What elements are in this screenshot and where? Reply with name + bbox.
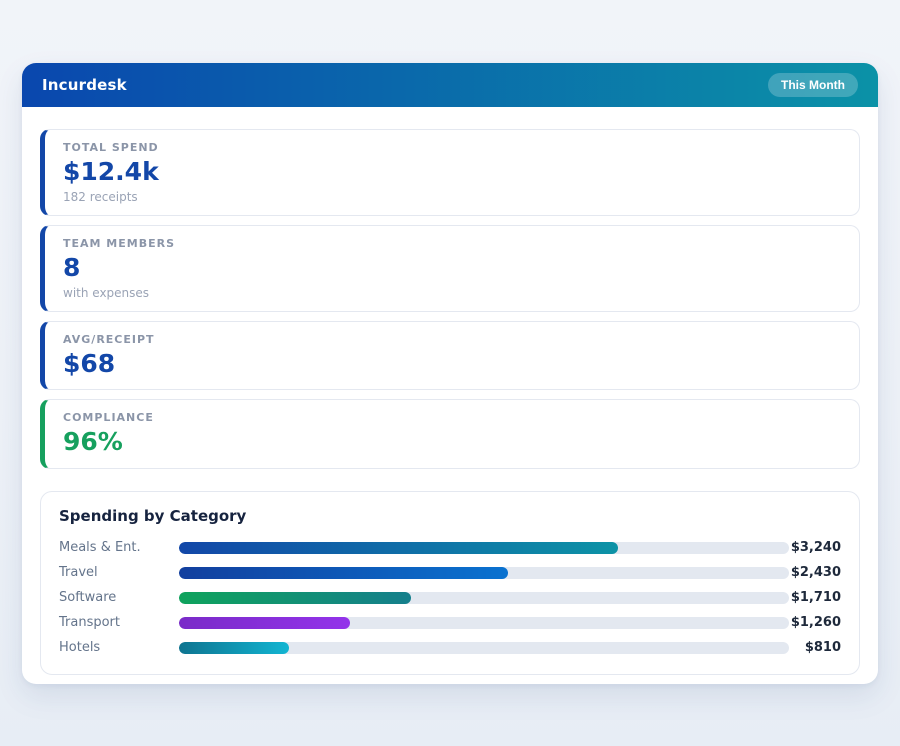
category-row: Hotels $810 xyxy=(59,635,841,660)
category-value: $1,260 xyxy=(789,615,841,630)
category-bar-fill xyxy=(179,617,350,629)
category-bar-track xyxy=(179,542,789,554)
category-bar-fill xyxy=(179,592,411,604)
stats-list: TOTAL SPEND $12.4k 182 receipts TEAM MEM… xyxy=(40,129,860,469)
stat-value: 96% xyxy=(63,428,841,457)
spending-title: Spending by Category xyxy=(59,507,841,525)
spending-rows: Meals & Ent. $3,240 Travel $2,430 Softwa… xyxy=(59,535,841,660)
category-bar-fill xyxy=(179,542,618,554)
category-value: $810 xyxy=(789,640,841,655)
category-bar-fill xyxy=(179,567,508,579)
period-badge[interactable]: This Month xyxy=(768,73,858,97)
stat-subtext: 182 receipts xyxy=(63,190,841,204)
stat-value: 8 xyxy=(63,254,841,283)
category-row: Meals & Ent. $3,240 xyxy=(59,535,841,560)
category-label: Meals & Ent. xyxy=(59,540,179,555)
category-row: Travel $2,430 xyxy=(59,560,841,585)
category-row: Transport $1,260 xyxy=(59,610,841,635)
category-bar-track xyxy=(179,567,789,579)
category-bar-track xyxy=(179,617,789,629)
stat-card: AVG/RECEIPT $68 xyxy=(40,321,860,391)
category-bar-track xyxy=(179,592,789,604)
app-body: TOTAL SPEND $12.4k 182 receipts TEAM MEM… xyxy=(22,107,878,675)
stat-label: AVG/RECEIPT xyxy=(63,333,841,346)
stat-value: $12.4k xyxy=(63,158,841,187)
category-label: Software xyxy=(59,590,179,605)
category-value: $2,430 xyxy=(789,565,841,580)
spending-card: Spending by Category Meals & Ent. $3,240… xyxy=(40,491,860,675)
stat-subtext: with expenses xyxy=(63,286,841,300)
category-value: $1,710 xyxy=(789,590,841,605)
stat-card: COMPLIANCE 96% xyxy=(40,399,860,469)
stat-label: TEAM MEMBERS xyxy=(63,237,841,250)
stat-value: $68 xyxy=(63,350,841,379)
stat-label: TOTAL SPEND xyxy=(63,141,841,154)
stat-label: COMPLIANCE xyxy=(63,411,841,424)
app-header: Incurdesk This Month xyxy=(22,63,878,107)
category-label: Travel xyxy=(59,565,179,580)
category-row: Software $1,710 xyxy=(59,585,841,610)
category-value: $3,240 xyxy=(789,540,841,555)
stat-card: TEAM MEMBERS 8 with expenses xyxy=(40,225,860,312)
stat-card: TOTAL SPEND $12.4k 182 receipts xyxy=(40,129,860,216)
app-title: Incurdesk xyxy=(42,76,127,94)
category-bar-track xyxy=(179,642,789,654)
category-label: Transport xyxy=(59,615,179,630)
dashboard-card: Incurdesk This Month TOTAL SPEND $12.4k … xyxy=(22,63,878,684)
category-bar-fill xyxy=(179,642,289,654)
category-label: Hotels xyxy=(59,640,179,655)
